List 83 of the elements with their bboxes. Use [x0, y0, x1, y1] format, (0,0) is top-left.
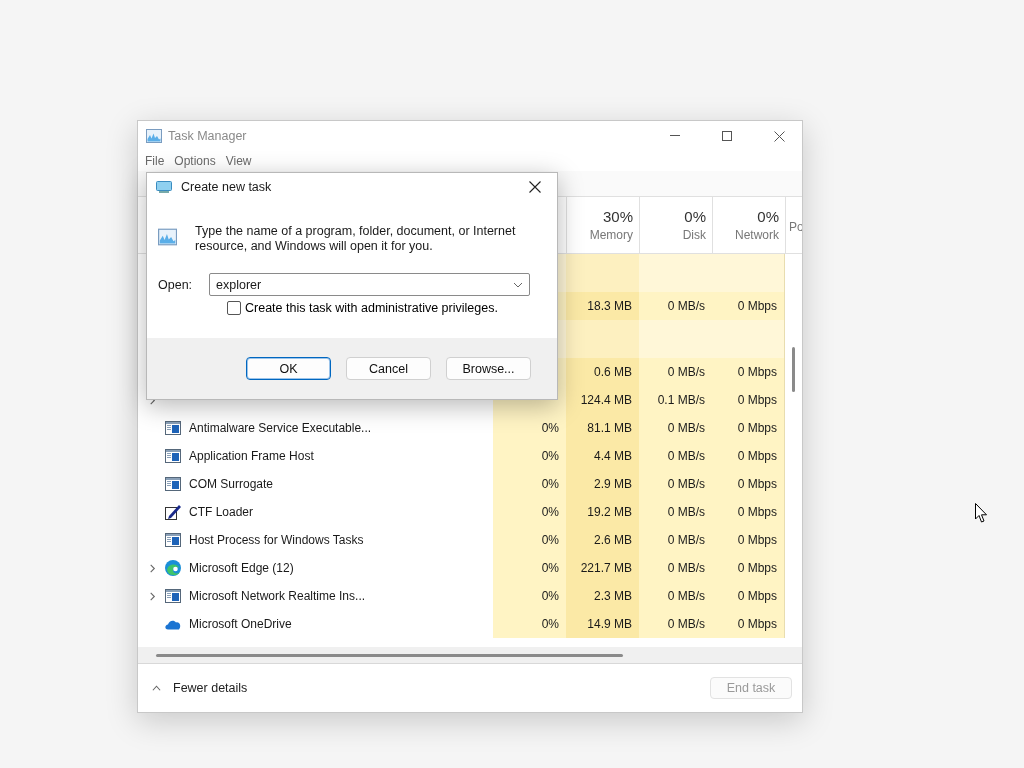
disk-cell: 0 MB/s — [639, 292, 712, 320]
cpu-cell: 0% — [493, 470, 566, 498]
dialog-description: Type the name of a program, folder, document, or Internet resource, and Windows will open it for you. — [195, 223, 517, 254]
column-header[interactable]: 30% Memory — [566, 197, 639, 253]
memory-cell: 2.6 MB — [566, 526, 639, 554]
minimize-icon[interactable] — [670, 135, 680, 137]
chevron-up-icon[interactable] — [152, 685, 161, 691]
network-cell: 0 Mbps — [712, 526, 785, 554]
cpu-cell: 0% — [493, 582, 566, 610]
disk-cell: 0 MB/s — [639, 498, 712, 526]
scrollbar-thumb[interactable] — [156, 654, 623, 657]
disk-cell: 0 MB/s — [639, 442, 712, 470]
memory-cell: 2.3 MB — [566, 582, 639, 610]
network-cell: 0 Mbps — [712, 442, 785, 470]
menu-item[interactable]: Options — [174, 154, 216, 168]
disk-cell: 0 MB/s — [639, 470, 712, 498]
window-icon — [165, 477, 181, 491]
network-cell: 0 Mbps — [712, 470, 785, 498]
cpu-cell: 0% — [493, 442, 566, 470]
process-name: CTF Loader — [189, 505, 254, 519]
process-name: COM Surrogate — [189, 477, 274, 491]
fewer-details-button[interactable]: Fewer details — [150, 679, 710, 697]
open-label: Open: — [158, 277, 194, 292]
task-manager-icon — [146, 129, 162, 143]
cpu-cell: 0% — [493, 526, 566, 554]
menu-item[interactable]: View — [225, 154, 252, 168]
network-cell: 0 Mbps — [712, 498, 785, 526]
network-cell: 0 Mbps — [712, 610, 785, 638]
memory-cell: 221.7 MB — [566, 554, 639, 582]
cloud-icon — [165, 618, 181, 630]
column-header[interactable]: 0% Disk — [639, 197, 712, 253]
disk-cell: 0 MB/s — [639, 610, 712, 638]
cpu-cell: 0% — [493, 554, 566, 582]
memory-cell: 2.9 MB — [566, 470, 639, 498]
mouse-cursor-icon — [975, 503, 988, 523]
disk-cell: 0 MB/s — [639, 526, 712, 554]
window-icon — [165, 589, 181, 603]
network-cell: 0 Mbps — [712, 414, 785, 442]
network-cell: 0 Mbps — [712, 358, 785, 386]
column-header[interactable]: 0% Network — [712, 197, 785, 253]
window-title: Task Manager — [168, 129, 248, 143]
process-name: Microsoft Edge (12) — [189, 561, 294, 575]
browser-icon — [165, 560, 181, 576]
cpu-cell: 0% — [493, 498, 566, 526]
process-name: Antimalware Service Executable... — [189, 421, 372, 435]
pen-icon — [165, 504, 181, 520]
close-icon[interactable] — [529, 181, 541, 193]
dialog-title: Create new task — [181, 180, 273, 194]
memory-cell: 81.1 MB — [566, 414, 639, 442]
disk-cell: 0 MB/s — [639, 358, 712, 386]
process-name: Microsoft Network Realtime Ins... — [189, 589, 366, 603]
open-combo-box[interactable]: explorer — [209, 273, 530, 296]
scrollbar-thumb[interactable] — [792, 347, 795, 392]
network-cell: 0 Mbps — [712, 292, 785, 320]
disk-cell: 0 MB/s — [639, 554, 712, 582]
cpu-cell: 0% — [493, 414, 566, 442]
network-cell: 0 Mbps — [712, 582, 785, 610]
cpu-cell: 0% — [493, 610, 566, 638]
process-name: Host Process for Windows Tasks — [189, 533, 364, 547]
dialog-button[interactable]: Cancel — [346, 357, 431, 380]
disk-cell: 0.1 MB/s — [639, 386, 712, 414]
memory-cell: 124.4 MB — [566, 386, 639, 414]
window-icon — [156, 181, 172, 193]
window-icon — [165, 449, 181, 463]
admin-checkbox[interactable]: Create this task with administrative privileges. — [227, 301, 530, 315]
process-name: Application Frame Host — [189, 449, 314, 463]
process-name: Microsoft OneDrive — [189, 617, 292, 631]
disk-cell: 0 MB/s — [639, 582, 712, 610]
dialog-button[interactable]: Browse... — [446, 357, 531, 380]
memory-cell: 18.3 MB — [566, 292, 639, 320]
disk-cell: 0 MB/s — [639, 414, 712, 442]
close-icon[interactable] — [773, 130, 785, 142]
memory-cell: 0.6 MB — [566, 358, 639, 386]
network-cell: 0 Mbps — [712, 386, 785, 414]
maximize-icon[interactable] — [722, 131, 732, 141]
network-cell: 0 Mbps — [712, 554, 785, 582]
window-icon — [165, 421, 181, 435]
window-icon — [165, 533, 181, 547]
menu-item[interactable]: File — [145, 154, 165, 168]
memory-cell: 4.4 MB — [566, 442, 639, 470]
memory-cell: 14.9 MB — [566, 610, 639, 638]
memory-cell: 19.2 MB — [566, 498, 639, 526]
dialog-button[interactable]: OK — [246, 357, 331, 380]
